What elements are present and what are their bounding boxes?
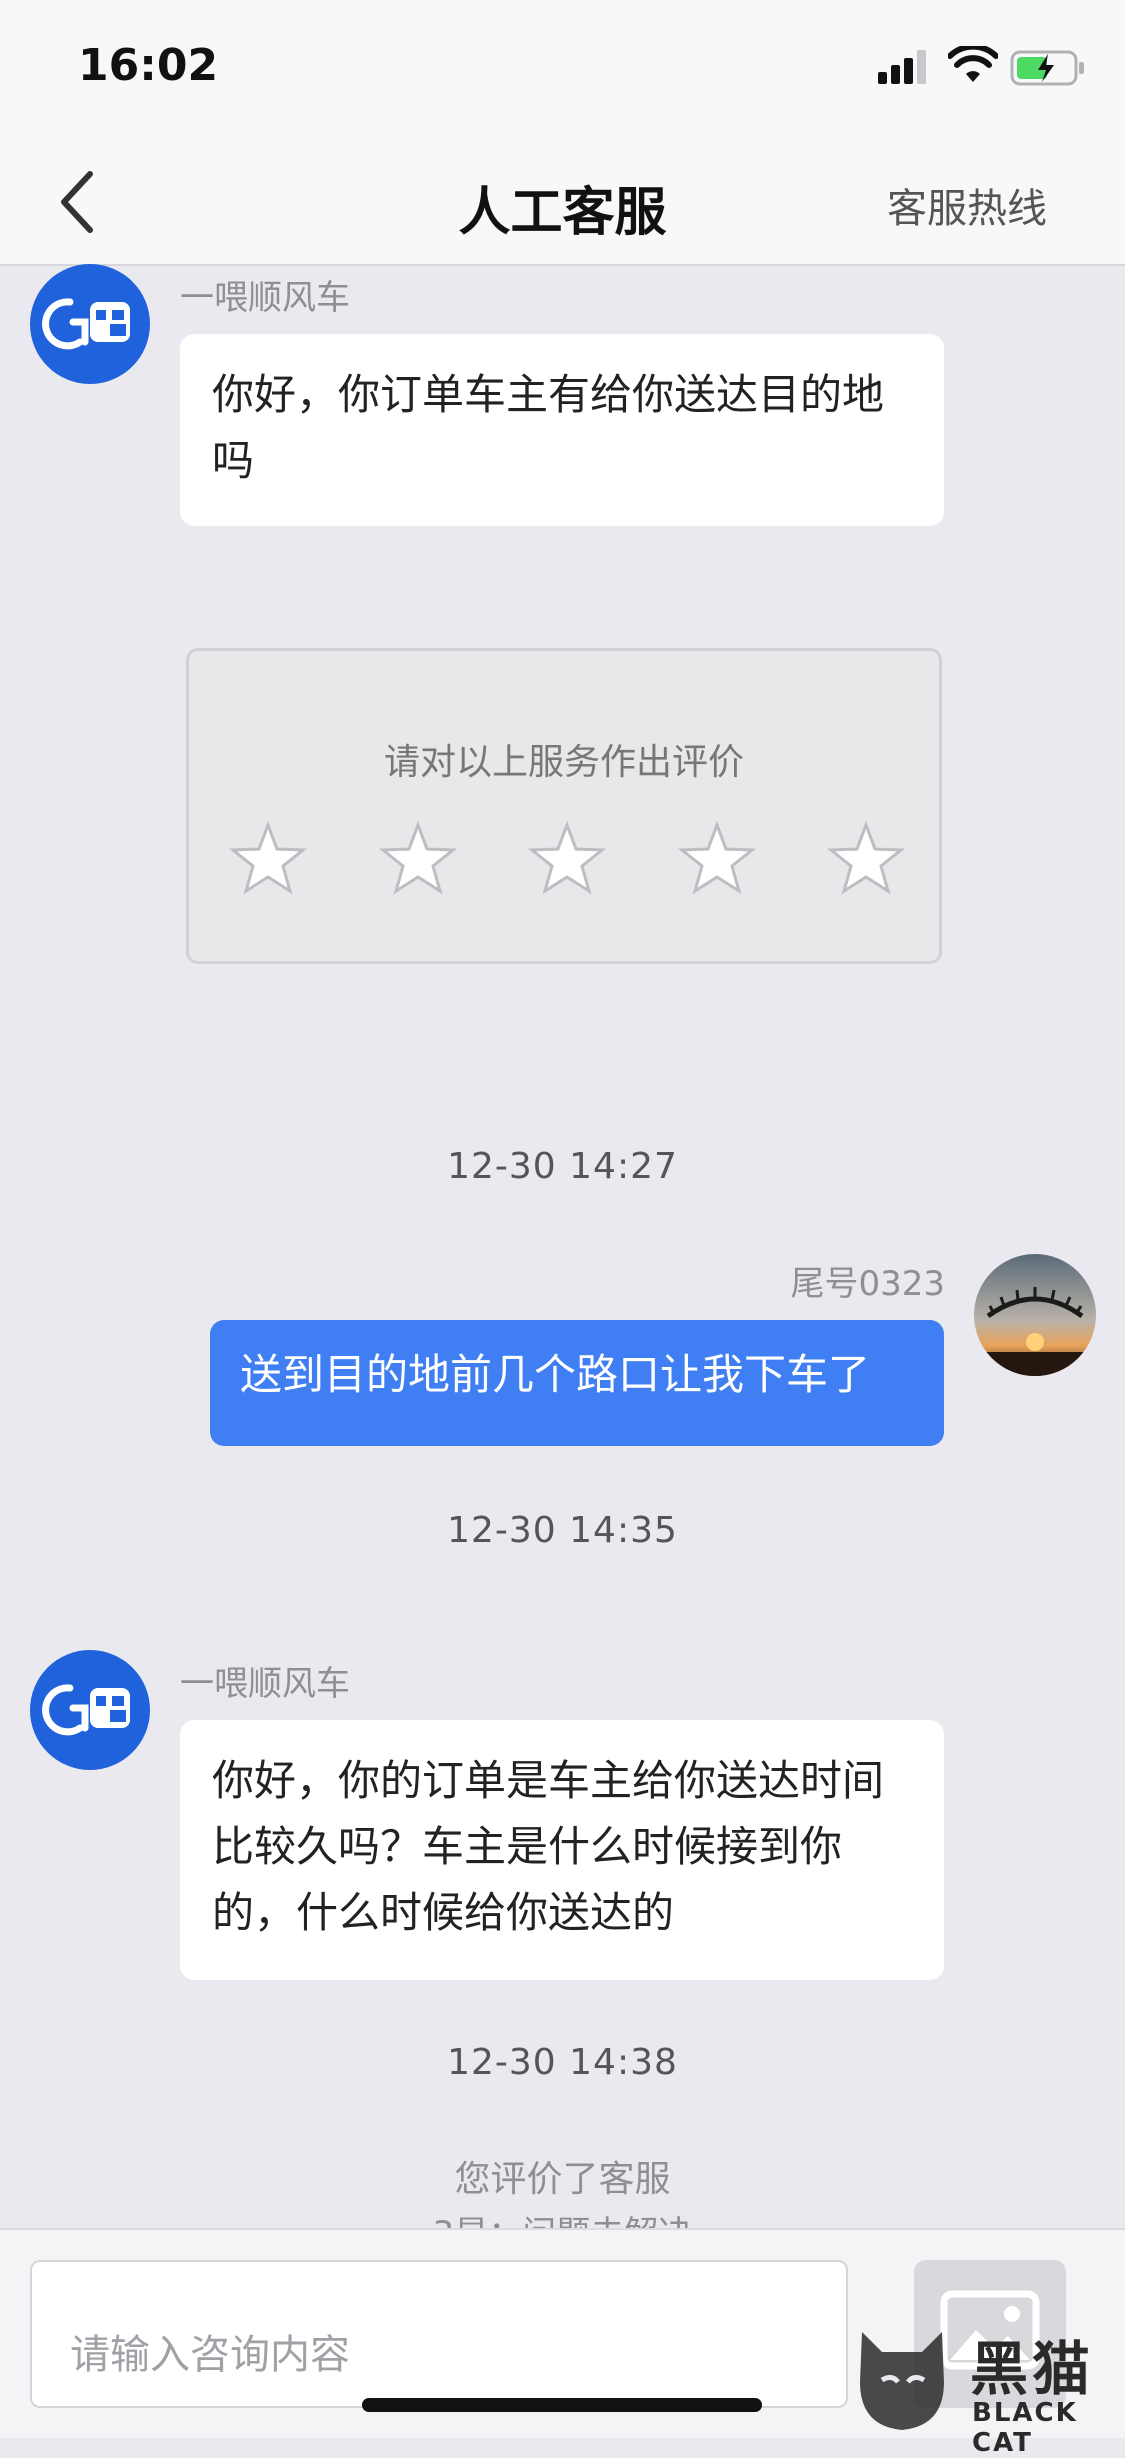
rating-card: 请对以上服务作出评价	[186, 648, 942, 964]
agent-avatar	[30, 264, 150, 384]
hotline-button[interactable]: 客服热线	[887, 176, 1047, 234]
navigation-bar: 人工客服 客服热线	[0, 140, 1125, 266]
brand-logo-icon	[42, 1684, 130, 1736]
rating-notice: 您评价了客服	[454, 2159, 671, 2200]
cat-logo-icon	[860, 2332, 944, 2430]
watermark-subtext: BLACK CAT	[972, 2398, 1078, 2458]
rating-prompt: 请对以上服务作出评价	[383, 742, 744, 783]
timestamp: 12-30 14:38	[447, 2042, 678, 2083]
cellular-signal-icon	[878, 50, 926, 84]
agent-message-bubble: 你好，你的订单是车主给你送达时间比较久吗？车主是什么时候接到你的，什么时候给你送…	[180, 1720, 944, 1980]
wifi-icon	[948, 46, 998, 82]
sender-name: 一喂顺风车	[180, 1664, 350, 1704]
home-indicator[interactable]	[362, 2398, 762, 2412]
watermark-text: 黑猫	[970, 2335, 1095, 2403]
status-time: 16:02	[78, 40, 219, 91]
user-avatar-photo	[974, 1254, 1096, 1376]
agent-message-bubble: 你好，你订单车主有给你送达目的地吗	[180, 334, 944, 526]
battery-charging-icon	[1010, 50, 1084, 86]
brand-logo-icon	[42, 298, 130, 350]
star-icon[interactable]	[378, 819, 457, 897]
timestamp: 12-30 14:27	[447, 1146, 678, 1187]
star-icon[interactable]	[229, 819, 307, 897]
timestamp: 12-30 14:35	[447, 1510, 678, 1551]
sender-name: 一喂顺风车	[180, 278, 350, 318]
message-input[interactable]: 请输入咨询内容	[30, 2260, 848, 2408]
star-icon[interactable]	[677, 819, 756, 897]
user-avatar	[974, 1254, 1096, 1376]
watermark: 黑猫 BLACK CAT	[842, 2318, 1122, 2458]
star-icon[interactable]	[827, 819, 905, 897]
star-rating	[229, 819, 905, 897]
rating-notice-detail: 3星：问题未解决	[0, 2206, 1125, 2230]
status-bar: 16:02	[0, 0, 1125, 140]
sender-name: 尾号0323	[790, 1264, 945, 1304]
agent-avatar	[30, 1650, 150, 1770]
user-message-bubble: 送到目的地前几个路口让我下车了	[210, 1320, 944, 1446]
star-icon[interactable]	[528, 819, 606, 897]
